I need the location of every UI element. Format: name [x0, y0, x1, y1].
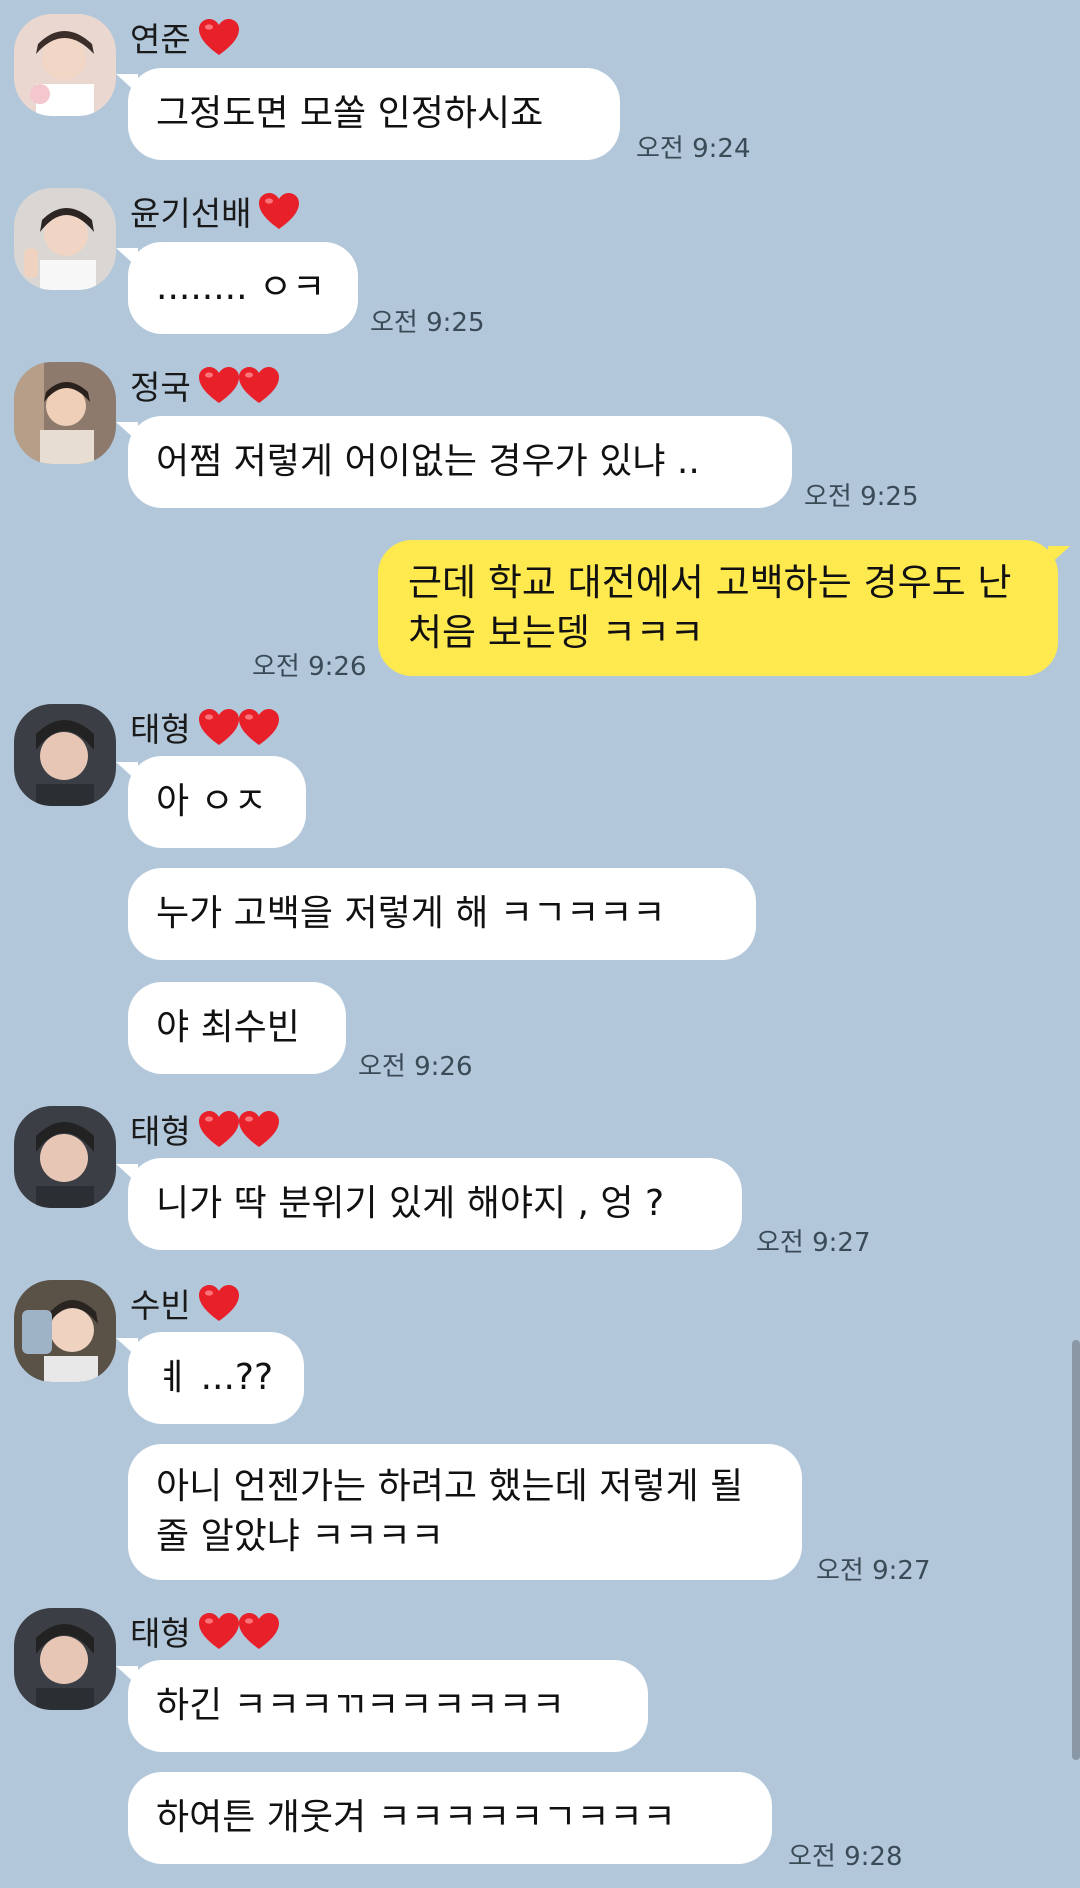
- message-bubble[interactable]: ㅖ ...??: [116, 1332, 304, 1424]
- message-text: 어쩜 저렇게 어이없는 경우가 있냐 ..: [156, 441, 700, 482]
- message-text: 하여튼 개웃겨 ㅋㅋㅋㅋㅋㄱㅋㅋㅋ: [156, 1797, 676, 1838]
- message-bubble[interactable]: 하여튼 개웃겨 ㅋㅋㅋㅋㅋㄱㅋㅋㅋ: [128, 1772, 772, 1864]
- heart-icon: [257, 191, 301, 231]
- heart-icon: [197, 17, 241, 57]
- heart-icon: [197, 365, 241, 405]
- sender-label: 태형: [130, 1112, 191, 1151]
- message-bubble[interactable]: 그정도면 모쏠 인정하시죠: [116, 68, 620, 160]
- avatar-jungkook[interactable]: [14, 362, 116, 464]
- sender-label: 연준: [130, 20, 191, 59]
- message-text: 야 최수빈: [156, 1007, 300, 1048]
- timestamp: 오전 9:24: [636, 134, 751, 164]
- heart-icon: [197, 1283, 241, 1323]
- message-bubble[interactable]: 야 최수빈: [128, 982, 346, 1074]
- message-bubble[interactable]: ........ ㅇㅋ: [116, 242, 358, 334]
- message-text: 그정도면 모쏠 인정하시죠: [156, 93, 544, 134]
- heart-icon: [237, 365, 281, 405]
- message-text: 아니 언젠가는 하려고 했는데 저렇게 될줄 알았냐 ㅋㅋㅋㅋ: [156, 1466, 744, 1557]
- message-bubble[interactable]: 아니 언젠가는 하려고 했는데 저렇게 될줄 알았냐 ㅋㅋㅋㅋ: [128, 1444, 802, 1580]
- avatar-yoongi[interactable]: [14, 188, 116, 290]
- message-text: 하긴 ㅋㅋㅋㄲㅋㅋㅋㅋㅋㅋ: [156, 1685, 565, 1726]
- timestamp: 오전 9:28: [788, 1842, 903, 1872]
- message-bubble[interactable]: 니가 딱 분위기 있게 해야지 , 엉 ?: [116, 1158, 742, 1250]
- timestamp: 오전 9:27: [816, 1556, 931, 1586]
- message-bubble[interactable]: 하긴 ㅋㅋㅋㄲㅋㅋㅋㅋㅋㅋ: [116, 1660, 648, 1752]
- scrollbar[interactable]: [1072, 1340, 1080, 1760]
- my-message-bubble[interactable]: 근데 학교 대전에서 고백하는 경우도 난 처음 보는뎅 ㅋㅋㅋ: [378, 540, 1070, 676]
- timestamp: 오전 9:25: [370, 308, 485, 338]
- message-bubble[interactable]: 아 ㅇㅈ: [116, 756, 306, 848]
- avatar-soobin[interactable]: [14, 1280, 116, 1382]
- message-text: ........ ㅇㅋ: [156, 267, 326, 308]
- sender-name: 태형: [130, 1608, 281, 1654]
- message-text: ㅖ ...??: [156, 1357, 274, 1398]
- sender-name: 연준: [130, 14, 241, 60]
- message-bubble[interactable]: 누가 고백을 저렇게 해 ㅋㄱㅋㅋㅋ: [128, 868, 756, 960]
- message-bubble[interactable]: 어쩜 저렇게 어이없는 경우가 있냐 ..: [116, 416, 792, 508]
- timestamp: 오전 9:26: [252, 652, 367, 682]
- heart-icon: [237, 1611, 281, 1651]
- timestamp: 오전 9:26: [358, 1052, 473, 1082]
- sender-name: 태형: [130, 704, 281, 750]
- avatar-taehyung[interactable]: [14, 1106, 116, 1208]
- message-text: 누가 고백을 저렇게 해 ㅋㄱㅋㅋㅋ: [156, 893, 666, 934]
- timestamp: 오전 9:25: [804, 482, 919, 512]
- heart-icon: [237, 1109, 281, 1149]
- sender-name: 수빈: [130, 1280, 241, 1326]
- sender-label: 윤기선배: [130, 194, 252, 233]
- sender-label: 태형: [130, 710, 191, 749]
- sender-label: 수빈: [130, 1286, 191, 1325]
- heart-icon: [237, 707, 281, 747]
- message-text: 아 ㅇㅈ: [156, 781, 267, 822]
- avatar-yeonjun[interactable]: [14, 14, 116, 116]
- sender-name: 정국: [130, 362, 281, 408]
- sender-label: 정국: [130, 368, 191, 407]
- sender-name: 태형: [130, 1106, 281, 1152]
- sender-label: 태형: [130, 1614, 191, 1653]
- avatar-taehyung[interactable]: [14, 704, 116, 806]
- heart-icon: [197, 707, 241, 747]
- timestamp: 오전 9:27: [756, 1228, 871, 1258]
- heart-icon: [197, 1109, 241, 1149]
- message-text: 니가 딱 분위기 있게 해야지 , 엉 ?: [156, 1183, 665, 1224]
- avatar-taehyung[interactable]: [14, 1608, 116, 1710]
- message-text: 근데 학교 대전에서 고백하는 경우도 난 처음 보는뎅 ㅋㅋㅋ: [408, 561, 1012, 654]
- sender-name: 윤기선배: [130, 188, 301, 234]
- heart-icon: [197, 1611, 241, 1651]
